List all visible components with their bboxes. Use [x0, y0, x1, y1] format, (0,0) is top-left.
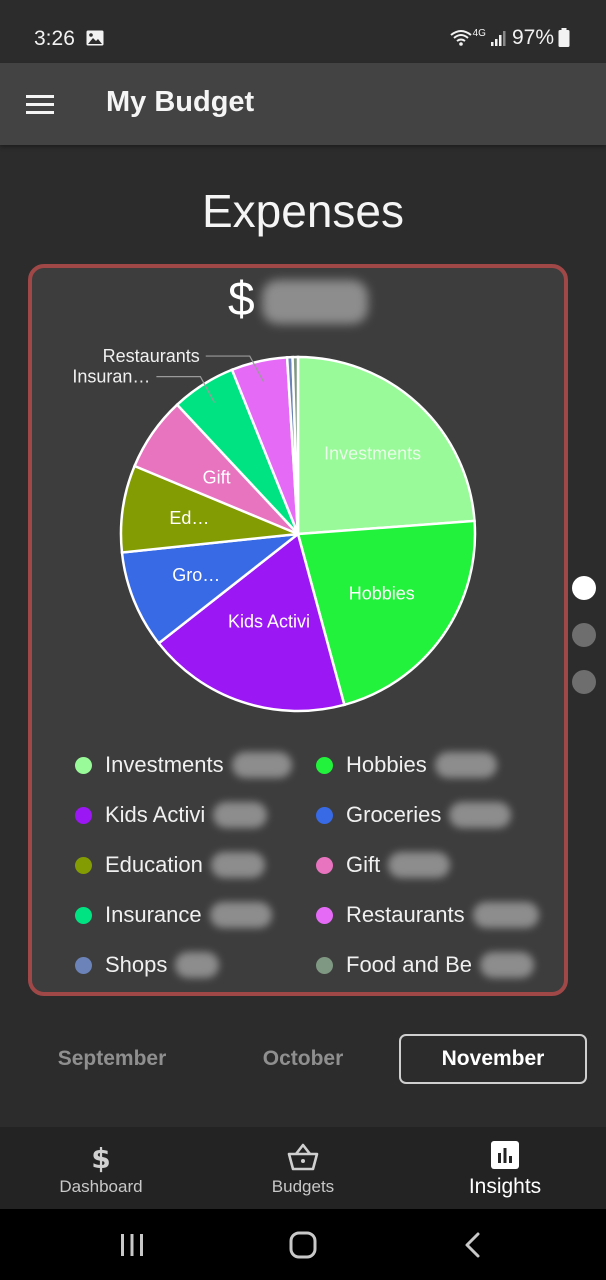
legend-label: Shops	[105, 952, 168, 977]
system-navigation-bar	[0, 1209, 606, 1280]
legend-label: Kids Activi	[105, 802, 206, 827]
recents-icon[interactable]	[112, 1231, 152, 1259]
legend-item-kids-activi[interactable]: Kids Activi	[75, 800, 268, 830]
legend-amount-redacted	[472, 902, 539, 928]
legend-color-dot	[75, 906, 92, 924]
legend-label: Restaurants	[346, 902, 465, 927]
legend-amount-redacted	[210, 852, 265, 878]
status-indicators: 4G 97%	[449, 26, 570, 50]
app-bar: My Budget	[0, 63, 606, 145]
legend-amount-redacted	[175, 952, 220, 978]
legend-label: Gift	[346, 852, 381, 877]
legend-label: Education	[105, 852, 203, 877]
legend-item-hobbies[interactable]: Hobbies	[316, 750, 497, 780]
legend-amount-redacted	[449, 802, 512, 828]
home-icon[interactable]	[283, 1231, 323, 1259]
legend-item-gift[interactable]: Gift	[316, 850, 451, 880]
month-october[interactable]: October	[209, 1034, 397, 1084]
month-september[interactable]: September	[18, 1034, 206, 1084]
legend-amount-redacted	[213, 802, 268, 828]
nav-dashboard[interactable]: $ Dashboard	[0, 1127, 202, 1209]
legend-color-dot	[75, 756, 92, 774]
legend-item-groceries[interactable]: Groceries	[316, 800, 512, 830]
battery-percent: 97%	[511, 26, 554, 49]
legend-color-dot	[75, 806, 92, 824]
nav-insights-label: Insights	[468, 1175, 542, 1198]
nav-insights[interactable]: Insights	[404, 1127, 606, 1209]
legend-label: Insurance	[105, 902, 202, 927]
month-november[interactable]: November	[399, 1034, 587, 1084]
page-dot-1[interactable]	[572, 576, 596, 600]
legend-label: Hobbies	[346, 752, 427, 777]
legend-item-food-and-be[interactable]: Food and Be	[316, 950, 534, 980]
legend-amount-redacted	[209, 902, 272, 928]
nav-budgets-label: Budgets	[271, 1177, 335, 1196]
total-currency-symbol: $	[228, 273, 255, 326]
legend-amount-redacted	[434, 752, 497, 778]
nav-dashboard-label: Dashboard	[59, 1177, 143, 1196]
expenses-chart-card[interactable]	[28, 264, 568, 996]
legend-item-shops[interactable]: Shops	[75, 950, 220, 980]
nav-budgets[interactable]: Budgets	[202, 1127, 404, 1209]
legend-color-dot	[316, 956, 333, 974]
dollar-icon: $	[91, 1142, 110, 1173]
hamburger-menu-icon[interactable]	[22, 87, 60, 121]
legend-color-dot	[75, 956, 92, 974]
network-type: 4G	[472, 27, 486, 39]
app-title: My Budget	[106, 86, 255, 118]
legend-color-dot	[316, 856, 333, 874]
legend-item-education[interactable]: Education	[75, 850, 265, 880]
status-bar: 3:26 4G 97%	[0, 0, 606, 63]
legend-label: Food and Be	[346, 952, 472, 977]
legend-label: Investments	[105, 752, 224, 777]
legend-item-insurance[interactable]: Insurance	[75, 900, 272, 930]
legend-color-dot	[316, 806, 333, 824]
legend-color-dot	[316, 756, 333, 774]
legend-color-dot	[75, 856, 92, 874]
gallery-notification-icon	[86, 30, 104, 46]
legend-amount-redacted	[479, 952, 534, 978]
total-amount-redacted	[262, 280, 368, 324]
legend-item-investments[interactable]: Investments	[75, 750, 292, 780]
legend-amount-redacted	[231, 752, 292, 778]
back-icon[interactable]	[453, 1231, 493, 1259]
page-dot-2[interactable]	[572, 623, 596, 647]
bottom-navigation: $ Dashboard Budgets Insights	[0, 1127, 606, 1209]
legend-color-dot	[316, 906, 333, 924]
legend-label: Groceries	[346, 802, 442, 827]
legend-item-restaurants[interactable]: Restaurants	[316, 900, 539, 930]
svg-text:$: $	[91, 1142, 110, 1173]
page-dot-3[interactable]	[572, 670, 596, 694]
legend-amount-redacted	[388, 852, 451, 878]
basket-icon	[287, 1143, 319, 1171]
status-time: 3:26	[34, 27, 75, 50]
page-title: Expenses	[201, 185, 404, 237]
battery-icon	[558, 28, 570, 47]
signal-icon	[490, 31, 506, 46]
bar-chart-icon	[491, 1141, 519, 1169]
